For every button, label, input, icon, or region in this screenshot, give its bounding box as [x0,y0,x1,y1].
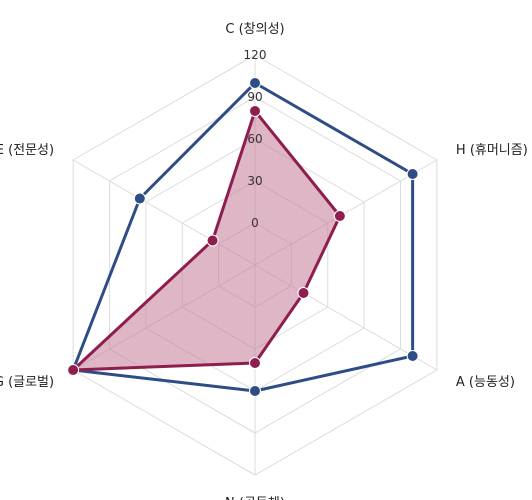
axis-label-1: H (휴머니즘) [456,143,528,158]
tick-label-0: 0 [251,216,259,230]
series-0-point-0 [249,77,261,89]
radar-chart: 0 30 60 90 120 C (창의성) H (휴머니즘) A (능동성) N (공동체)… [0,22,528,500]
series-1-point-0 [249,105,261,117]
series-0-point-5 [133,192,146,205]
series-0-point-1 [406,168,419,180]
axis-label-3: N (공동체) [225,496,285,500]
series-1-point-4 [67,364,80,376]
series-1-point-3 [249,357,261,369]
tick-label-1: 30 [247,174,262,188]
tick-label-2: 60 [247,132,262,146]
series-0-point-3 [249,385,261,397]
radar-series [67,77,419,397]
series-0-point-2 [406,350,419,362]
tick-label-3: 90 [247,90,262,104]
tick-label-4: 120 [244,48,267,62]
series-1-point-5 [206,234,219,247]
series-1-point-2 [297,287,310,299]
axis-label-4: G (글로벌) [0,375,54,390]
axis-label-5: E (전문성) [0,143,54,158]
series-1-point-1 [333,210,346,222]
axis-label-2: A (능동성) [456,375,515,390]
axis-label-0: C (창의성) [225,22,284,37]
